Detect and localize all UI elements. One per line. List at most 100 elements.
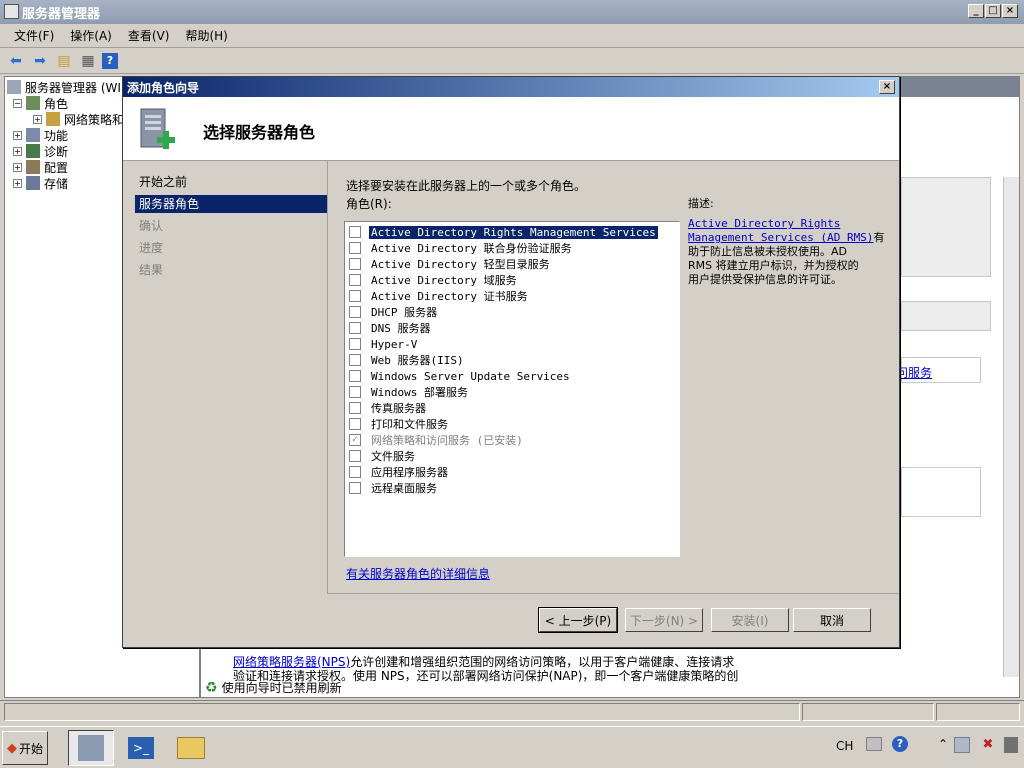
folder-icon bbox=[177, 737, 205, 759]
start-button[interactable]: ◆ 开始 bbox=[2, 731, 48, 765]
install-button[interactable]: 安装(I) bbox=[711, 608, 789, 632]
step-confirmation: 确认 bbox=[139, 219, 164, 233]
language-indicator[interactable]: CH bbox=[836, 739, 853, 753]
expand-icon[interactable]: + bbox=[13, 162, 22, 172]
tree-root[interactable]: 服务器管理器 (WI bbox=[7, 79, 121, 95]
show-hide-tree-icon[interactable]: ▦ bbox=[78, 51, 98, 71]
description-label: 描述: bbox=[688, 197, 714, 210]
back-arrow-icon[interactable]: ⬅ bbox=[6, 51, 26, 71]
role-item[interactable]: Active Directory 轻型目录服务 bbox=[349, 256, 552, 272]
role-item[interactable]: 应用程序服务器 bbox=[349, 464, 450, 480]
role-item[interactable]: Windows Server Update Services bbox=[349, 368, 572, 384]
role-checkbox[interactable] bbox=[349, 450, 361, 462]
roles-label: 角色(R): bbox=[346, 197, 392, 211]
role-item[interactable]: Hyper-V bbox=[349, 336, 419, 352]
roles-list[interactable]: Active Directory Rights Management Servi… bbox=[344, 221, 680, 557]
role-checkbox[interactable] bbox=[349, 242, 361, 254]
powershell-icon: >_ bbox=[128, 737, 154, 759]
more-info-link[interactable]: 有关服务器角色的详细信息 bbox=[346, 565, 490, 582]
role-item[interactable]: Web 服务器(IIS) bbox=[349, 352, 466, 368]
role-services-link[interactable]: 问服务 bbox=[896, 364, 932, 381]
step-progress: 进度 bbox=[139, 241, 164, 255]
role-item[interactable]: Windows 部署服务 bbox=[349, 384, 470, 400]
role-item[interactable]: 打印和文件服务 bbox=[349, 416, 450, 432]
up-folder-icon[interactable]: ▤ bbox=[54, 51, 74, 71]
keyboard-icon[interactable] bbox=[866, 737, 882, 751]
role-checkbox[interactable] bbox=[349, 322, 361, 334]
expand-icon[interactable]: + bbox=[13, 130, 22, 140]
tree-item-nps[interactable]: + 网络策略和 bbox=[33, 111, 124, 127]
collapse-icon[interactable]: − bbox=[13, 98, 22, 108]
menu-view[interactable]: 查看(V) bbox=[120, 27, 178, 44]
close-button[interactable]: × bbox=[1002, 4, 1018, 18]
tree-item-roles[interactable]: − 角色 bbox=[13, 95, 68, 111]
expand-icon[interactable]: + bbox=[33, 114, 42, 124]
role-item[interactable]: Active Directory 域服务 bbox=[349, 272, 519, 288]
role-checkbox[interactable] bbox=[349, 354, 361, 366]
role-checkbox[interactable] bbox=[349, 386, 361, 398]
role-checkbox[interactable] bbox=[349, 306, 361, 318]
role-checkbox[interactable] bbox=[349, 274, 361, 286]
status-cell bbox=[4, 703, 800, 721]
help-icon[interactable]: ? bbox=[102, 52, 118, 69]
network-policy-icon bbox=[46, 112, 60, 126]
show-hidden-icons[interactable]: ⌃ bbox=[938, 737, 948, 751]
role-checkbox[interactable] bbox=[349, 226, 361, 238]
maximize-button[interactable]: □ bbox=[985, 4, 1001, 18]
description-link[interactable]: Active Directory Rights bbox=[688, 217, 840, 230]
status-cell bbox=[802, 703, 934, 721]
role-checkbox[interactable] bbox=[349, 338, 361, 350]
refresh-icon: ♻ bbox=[205, 679, 218, 696]
role-checkbox[interactable] bbox=[349, 466, 361, 478]
action-center-icon[interactable]: ✖ bbox=[980, 737, 996, 753]
help-icon[interactable]: ? bbox=[892, 736, 908, 752]
taskbar-explorer[interactable] bbox=[168, 730, 214, 766]
forward-arrow-icon[interactable]: ➡ bbox=[30, 51, 50, 71]
role-item[interactable]: 传真服务器 bbox=[349, 400, 428, 416]
role-checkbox[interactable] bbox=[349, 370, 361, 382]
details-panel bbox=[901, 177, 991, 277]
minimize-button[interactable]: _ bbox=[968, 4, 984, 18]
role-item[interactable]: DHCP 服务器 bbox=[349, 304, 439, 320]
role-item[interactable]: 文件服务 bbox=[349, 448, 417, 464]
nps-link[interactable]: 网络策略服务器(NPS) bbox=[233, 655, 350, 669]
previous-button[interactable]: < 上一步(P) bbox=[538, 607, 618, 633]
taskbar-powershell[interactable]: >_ bbox=[118, 730, 164, 766]
tree-item-configuration[interactable]: + 配置 bbox=[13, 159, 68, 175]
role-checkbox[interactable] bbox=[349, 418, 361, 430]
role-item[interactable]: Active Directory Rights Management Servi… bbox=[349, 224, 658, 240]
dialog-close-button[interactable]: × bbox=[879, 80, 895, 94]
step-server-roles[interactable]: 服务器角色 bbox=[135, 195, 327, 213]
role-item[interactable]: DNS 服务器 bbox=[349, 320, 433, 336]
step-results: 结果 bbox=[139, 263, 164, 277]
taskbar-server-manager[interactable] bbox=[68, 730, 114, 766]
role-item[interactable]: Active Directory 证书服务 bbox=[349, 288, 530, 304]
cancel-button[interactable]: 取消 bbox=[793, 608, 871, 632]
refresh-status: ♻ 使用向导时已禁用刷新 bbox=[205, 679, 342, 696]
menu-action[interactable]: 操作(A) bbox=[62, 27, 120, 44]
expand-icon[interactable]: + bbox=[13, 146, 22, 156]
role-checkbox[interactable] bbox=[349, 482, 361, 494]
role-item[interactable]: Active Directory 联合身份验证服务 bbox=[349, 240, 574, 256]
role-item[interactable]: 远程桌面服务 bbox=[349, 480, 439, 496]
network-tray-icon[interactable] bbox=[954, 737, 970, 753]
step-before-you-begin[interactable]: 开始之前 bbox=[135, 173, 327, 191]
dialog-titlebar: 添加角色向导 × bbox=[123, 77, 899, 97]
role-checkbox[interactable] bbox=[349, 258, 361, 270]
status-bar bbox=[0, 700, 1024, 722]
tree-item-diagnostics[interactable]: + 诊断 bbox=[13, 143, 68, 159]
windows-logo-icon: ◆ bbox=[6, 740, 17, 756]
role-checkbox[interactable] bbox=[349, 402, 361, 414]
menu-file[interactable]: 文件(F) bbox=[6, 27, 62, 44]
tree-item-features[interactable]: + 功能 bbox=[13, 127, 68, 143]
role-checkbox[interactable] bbox=[349, 290, 361, 302]
menu-help[interactable]: 帮助(H) bbox=[177, 27, 235, 44]
dialog-header: 选择服务器角色 bbox=[123, 97, 899, 161]
expand-icon[interactable]: + bbox=[13, 178, 22, 188]
description-link[interactable]: Management Services (AD RMS) bbox=[688, 231, 873, 244]
next-button[interactable]: 下一步(N) > bbox=[625, 608, 703, 632]
tree-item-storage[interactable]: + 存储 bbox=[13, 175, 68, 191]
server-add-icon bbox=[137, 105, 181, 153]
volume-icon[interactable] bbox=[1004, 737, 1018, 753]
vertical-scrollbar[interactable] bbox=[1003, 177, 1019, 677]
